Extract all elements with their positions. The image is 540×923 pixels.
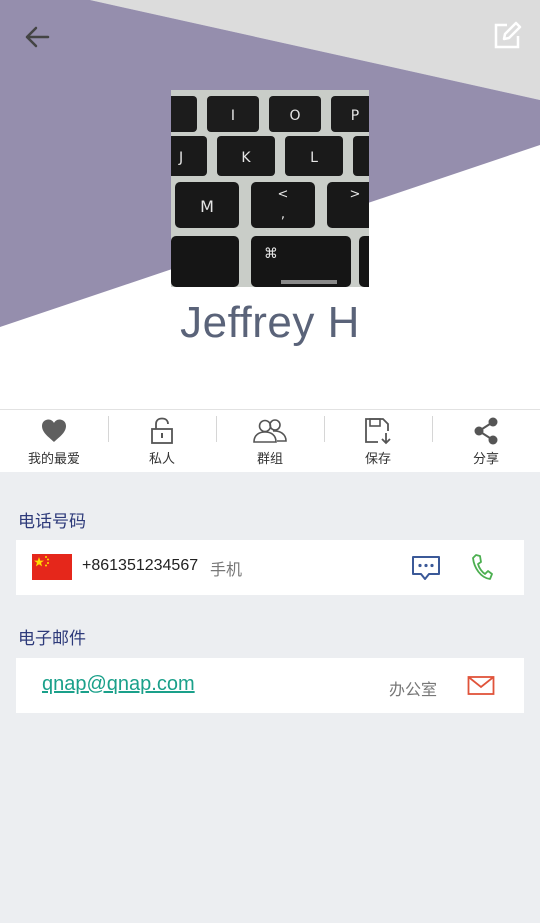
unlock-icon: [151, 417, 173, 444]
email-section-title: 电子邮件: [18, 629, 86, 649]
action-bar: 我的最爱 私人 群组 保存 分享: [0, 410, 540, 472]
phone-number: +861351234567: [82, 557, 199, 574]
call-button[interactable]: [471, 553, 493, 581]
svg-text:M: M: [200, 197, 214, 216]
email-type: 办公室: [389, 680, 438, 699]
save-button[interactable]: 保存: [324, 410, 432, 472]
email-entry[interactable]: qnap@qnap.com 办公室: [16, 658, 524, 713]
mail-icon: [467, 676, 495, 695]
svg-text:L: L: [310, 150, 318, 166]
sms-button[interactable]: [411, 554, 441, 582]
keyboard-photo: I O P J K L M < , > ⌘: [171, 90, 369, 287]
svg-text:K: K: [241, 150, 251, 166]
private-button[interactable]: 私人: [108, 410, 216, 472]
svg-text:J: J: [178, 150, 183, 166]
group-icon: [253, 418, 287, 443]
svg-text:,: ,: [281, 207, 285, 222]
contact-header: I O P J K L M < , > ⌘ Jeffrey H: [0, 0, 540, 410]
phone-icon: [472, 554, 493, 580]
svg-text:O: O: [289, 108, 300, 124]
group-label: 群组: [256, 451, 283, 467]
mail-button[interactable]: [467, 675, 495, 697]
svg-text:>: >: [350, 187, 361, 202]
arrow-left-icon: [25, 26, 50, 48]
group-button[interactable]: 群组: [216, 410, 324, 472]
favorite-button[interactable]: 我的最爱: [0, 410, 108, 472]
edit-button[interactable]: [486, 16, 528, 56]
save-label: 保存: [364, 451, 391, 467]
phone-section-title: 电话号码: [18, 512, 86, 532]
email-address-link[interactable]: qnap@qnap.com: [42, 673, 195, 696]
contact-name: Jeffrey H: [180, 298, 360, 347]
favorite-label: 我的最爱: [27, 451, 80, 467]
phone-entry[interactable]: +861351234567 手机: [16, 540, 524, 595]
share-icon: [474, 417, 498, 444]
flag-stars: [32, 554, 72, 580]
svg-text:⌘: ⌘: [264, 246, 278, 262]
private-label: 私人: [148, 451, 175, 467]
china-flag-icon: [32, 554, 72, 580]
edit-icon: [494, 21, 522, 49]
message-icon: [412, 556, 440, 580]
save-icon: [365, 417, 391, 444]
avatar: I O P J K L M < , > ⌘: [171, 90, 369, 287]
svg-text:P: P: [351, 108, 359, 124]
share-label: 分享: [472, 451, 499, 467]
phone-type: 手机: [210, 560, 243, 579]
svg-text:I: I: [231, 108, 235, 124]
heart-icon: [42, 419, 66, 442]
share-button[interactable]: 分享: [432, 410, 540, 472]
back-button[interactable]: [16, 18, 58, 56]
svg-text:<: <: [278, 187, 289, 202]
